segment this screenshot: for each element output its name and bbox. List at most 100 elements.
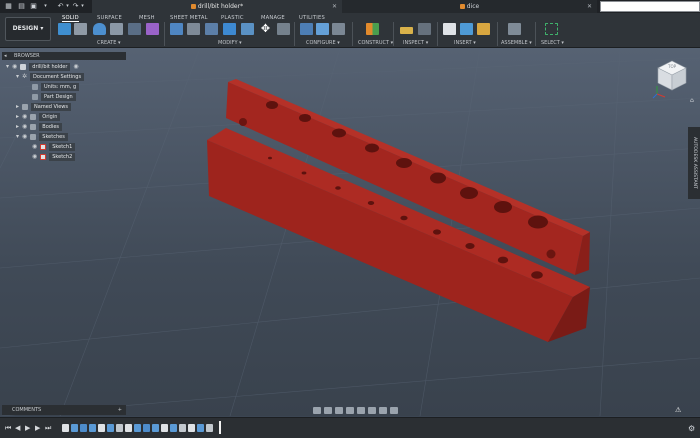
bit-hole-small (301, 171, 307, 175)
bit-hole (332, 128, 346, 138)
go-to-start-icon[interactable]: ⏮ (5, 424, 11, 432)
timeline-sketch-icon[interactable] (161, 424, 168, 432)
bit-hole (460, 187, 478, 199)
timeline-marker[interactable] (219, 421, 221, 434)
drill-bit-holder-model[interactable] (0, 0, 700, 438)
timeline-extrude-icon[interactable] (71, 424, 78, 432)
bit-hole (528, 215, 548, 229)
expand-arrow-icon[interactable]: ▸ (16, 122, 19, 131)
look-at-icon[interactable] (323, 406, 332, 414)
folder-icon (30, 133, 37, 140)
pan-icon[interactable] (334, 406, 343, 414)
expand-arrow-icon[interactable]: ▸ (16, 102, 19, 111)
tree-item-bodies[interactable]: ▸ ◉ Bodies (16, 122, 62, 131)
bit-hole-small (531, 271, 543, 279)
step-forward-icon[interactable]: ▶ (35, 424, 40, 432)
orbit-icon[interactable] (312, 406, 321, 414)
tree-item-sketch1[interactable]: ◉ Sketch1 (32, 142, 76, 151)
timeline-sketch-icon[interactable] (188, 424, 195, 432)
mount-hole (546, 249, 556, 259)
tree-root[interactable]: ▾ ◉ drill/bit holder ◉ (6, 62, 79, 71)
tree-item-units[interactable]: Units: mm, g (32, 82, 80, 91)
bit-hole-small (268, 156, 272, 160)
collapse-icon[interactable]: ◂ (4, 52, 7, 60)
visibility-eye-icon[interactable]: ◉ (22, 122, 27, 131)
timeline-extrude-icon[interactable] (107, 424, 114, 432)
viewcube-top-label[interactable]: TOP (668, 64, 676, 69)
tree-label: Origin (39, 112, 61, 121)
timeline-extrude-icon[interactable] (143, 424, 150, 432)
tree-item-named-views[interactable]: ▸ Named Views (16, 102, 71, 111)
go-to-end-icon[interactable]: ⏭ (45, 424, 51, 432)
tree-item-design-type[interactable]: Part Design (32, 92, 76, 101)
viewcube[interactable] (652, 56, 692, 100)
radio-icon[interactable]: ◉ (73, 62, 78, 71)
play-icon[interactable]: ▶ (25, 424, 30, 432)
bit-hole (396, 158, 412, 168)
timeline-extrude-icon[interactable] (170, 424, 177, 432)
sketch-icon (40, 153, 47, 160)
folder-icon (30, 123, 37, 130)
expand-arrow-icon[interactable]: ▾ (16, 132, 19, 141)
timeline-extrude-icon[interactable] (89, 424, 96, 432)
gear-icon: ✲ (22, 73, 28, 80)
tree-item-sketches[interactable]: ▾ ◉ Sketches (16, 132, 68, 141)
bit-hole (299, 114, 311, 122)
bit-hole-small (367, 201, 375, 205)
home-view-icon[interactable]: ⌂ (690, 97, 694, 104)
tree-label: Bodies (39, 122, 62, 131)
fit-icon[interactable] (356, 406, 365, 414)
timeline-sketch-icon[interactable] (98, 424, 105, 432)
timeline-fillet-icon[interactable] (206, 424, 213, 432)
step-back-icon[interactable]: ◀ (15, 424, 20, 432)
add-comment-button[interactable]: + (118, 405, 122, 415)
tree-label: Sketches (39, 132, 68, 141)
tree-item-document-settings[interactable]: ▾ ✲ Document Settings (16, 72, 85, 81)
browser-panel-header[interactable]: BROWSER (2, 52, 126, 60)
browser-title: BROWSER (14, 53, 40, 59)
timeline-extrude-icon[interactable] (80, 424, 87, 432)
visibility-eye-icon[interactable]: ◉ (22, 112, 27, 121)
visibility-eye-icon[interactable]: ◉ (22, 132, 27, 141)
tree-item-sketch2[interactable]: ◉ Sketch2 (32, 152, 76, 161)
zoom-icon[interactable] (345, 406, 354, 414)
tree-label: Sketch2 (49, 152, 76, 161)
timeline-fillet-icon[interactable] (179, 424, 186, 432)
comments-panel[interactable]: COMMENTS + (2, 405, 126, 415)
warning-icon[interactable]: ⚠ (675, 406, 681, 414)
timeline-fillet-icon[interactable] (116, 424, 123, 432)
visibility-eye-icon[interactable]: ◉ (32, 152, 37, 161)
tree-item-origin[interactable]: ▸ ◉ Origin (16, 112, 61, 121)
tree-label: Part Design (41, 92, 76, 101)
gear-icon[interactable]: ⚙ (688, 424, 695, 433)
assistant-panel-tab[interactable]: AUTODESK ASSISTANT (688, 127, 700, 199)
component-icon (20, 63, 27, 70)
bit-hole-small (335, 186, 341, 190)
bit-hole-small (433, 229, 441, 235)
bit-hole (430, 172, 446, 184)
bit-hole-small (497, 256, 509, 264)
bit-hole-small (400, 215, 408, 221)
folder-icon (30, 113, 37, 120)
timeline-bar: ⏮ ◀ ▶ ▶ ⏭ ⚙ (0, 417, 700, 438)
document-icon (32, 83, 38, 90)
timeline-extrude-icon[interactable] (152, 424, 159, 432)
bit-hole (494, 201, 512, 213)
expand-arrow-icon[interactable]: ▾ (16, 72, 19, 81)
timeline-extrude-icon[interactable] (134, 424, 141, 432)
expand-arrow-icon[interactable]: ▸ (16, 112, 19, 121)
tree-label: Named Views (31, 102, 71, 111)
tree-label: Sketch1 (49, 142, 76, 151)
grid-settings-icon[interactable] (378, 406, 387, 414)
timeline-sketch-icon[interactable] (125, 424, 132, 432)
tree-label: Units: mm, g (41, 82, 80, 91)
assistant-label: AUTODESK ASSISTANT (692, 137, 697, 189)
timeline-sketch-icon[interactable] (62, 424, 69, 432)
display-settings-icon[interactable] (367, 406, 376, 414)
expand-arrow-icon[interactable]: ▾ (6, 62, 9, 71)
viewports-icon[interactable] (389, 406, 398, 414)
timeline-extrude-icon[interactable] (197, 424, 204, 432)
document-icon (32, 93, 38, 100)
visibility-eye-icon[interactable]: ◉ (12, 62, 17, 71)
visibility-eye-icon[interactable]: ◉ (32, 142, 37, 151)
